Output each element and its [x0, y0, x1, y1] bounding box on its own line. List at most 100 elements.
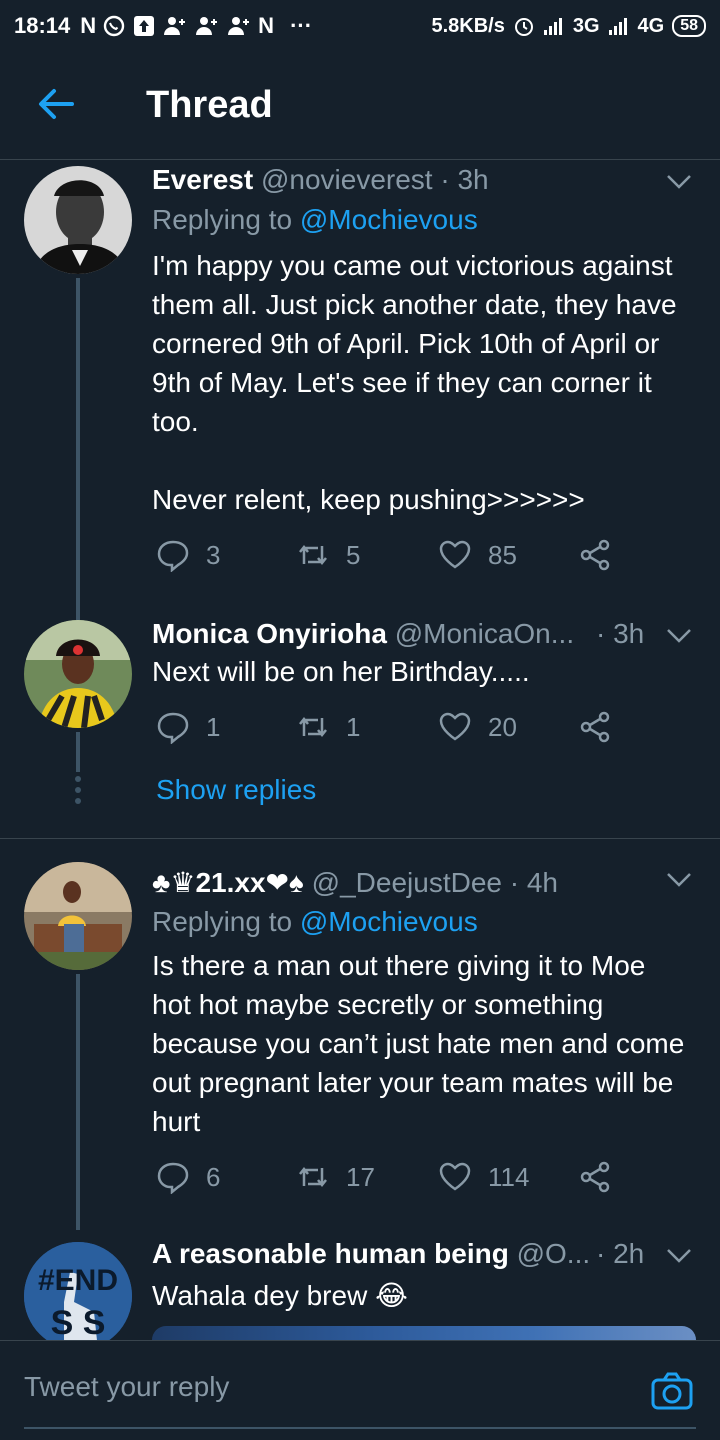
display-name[interactable]: ♣♛21.xx❤♠ — [152, 867, 304, 898]
retweet-icon — [299, 716, 327, 738]
share-button[interactable] — [578, 538, 612, 572]
share-icon — [580, 1161, 610, 1193]
replying-label: Replying to — [152, 204, 293, 235]
signal-icon — [608, 18, 627, 35]
tweet-actions: 1 1 20 — [152, 710, 622, 750]
reply-count: 3 — [206, 539, 221, 570]
thread-line — [76, 278, 80, 634]
chevron-down-icon[interactable] — [666, 872, 692, 888]
display-name[interactable]: Monica Onyirioha — [152, 618, 387, 649]
chevron-down-icon[interactable] — [666, 174, 692, 190]
back-button[interactable] — [34, 82, 78, 126]
reply-button[interactable]: 6 — [156, 1160, 220, 1194]
tweet-header: Everest @novieverest · 3h — [152, 164, 650, 196]
signal-icon — [543, 18, 562, 35]
like-button[interactable]: 114 — [438, 1160, 529, 1194]
reply-icon — [157, 1162, 189, 1194]
thread-line — [76, 732, 80, 772]
like-button[interactable]: 20 — [438, 710, 517, 744]
share-icon — [580, 539, 610, 571]
tweet[interactable]: ♣♛21.xx❤♠ @_DeejustDee · 4h Replying to … — [0, 840, 720, 1230]
show-replies-link[interactable]: Show replies — [156, 774, 316, 806]
reply-icon — [157, 712, 189, 744]
like-count: 85 — [488, 539, 517, 570]
avatar[interactable]: #END S S — [24, 1242, 132, 1340]
handle: @MonicaOn... — [394, 618, 575, 649]
system-indicators: 5.8KB/s 3G 4G 58 — [431, 15, 706, 38]
tweet[interactable]: #END S S A reasonable human being @O... … — [0, 1232, 720, 1340]
alarm-icon — [514, 18, 533, 36]
share-button[interactable] — [578, 1160, 612, 1194]
heart-icon — [439, 712, 471, 741]
retweet-button[interactable]: 17 — [296, 1160, 375, 1194]
reply-count: 6 — [206, 1161, 221, 1192]
camera-icon — [651, 1372, 693, 1410]
mention-link[interactable]: @Mochievous — [300, 204, 478, 235]
reply-button[interactable]: 1 — [156, 710, 220, 744]
replying-label: Replying to — [152, 906, 293, 937]
handle: @O... — [516, 1238, 591, 1269]
tweet-text: Wahala dey brew 😂 — [152, 1280, 408, 1311]
chevron-down-icon[interactable] — [666, 1248, 692, 1264]
replying-to: Replying to @Mochievous — [152, 906, 478, 938]
network-4g: 4G — [637, 14, 665, 37]
notification-icons: N N ··· — [80, 13, 312, 39]
thread-dots — [74, 776, 82, 809]
arrow-left-icon — [39, 89, 74, 119]
mention-link[interactable]: @Mochievous — [300, 906, 478, 937]
avatar[interactable] — [24, 862, 132, 970]
retweet-icon — [299, 544, 327, 566]
tweet[interactable]: Monica Onyirioha @MonicaOn... · 3h Next … — [0, 606, 720, 838]
like-button[interactable]: 85 — [438, 538, 517, 572]
whatsapp-icon — [103, 15, 125, 37]
display-name[interactable]: A reasonable human being — [152, 1238, 509, 1269]
avatar[interactable] — [24, 620, 132, 728]
tweet-header: ♣♛21.xx❤♠ @_DeejustDee · 4h — [152, 866, 650, 899]
tweet-header: A reasonable human being @O... — [152, 1238, 620, 1270]
person-add-icon — [164, 17, 186, 35]
share-button[interactable] — [578, 710, 612, 744]
retweet-count: 17 — [346, 1161, 375, 1192]
page-title: Thread — [146, 84, 273, 126]
like-count: 114 — [488, 1161, 530, 1192]
n-app-icon: N — [258, 13, 275, 38]
retweet-button[interactable]: 5 — [296, 538, 360, 572]
svg-text:S S: S S — [51, 1304, 106, 1340]
tweet[interactable]: Everest @novieverest · 3h Replying to @M… — [0, 160, 720, 634]
reply-button[interactable]: 3 — [156, 538, 220, 572]
status-time: 18:14 — [14, 13, 71, 38]
reply-composer — [0, 1340, 720, 1440]
chevron-down-icon[interactable] — [666, 628, 692, 644]
more-notifications-icon: ··· — [290, 13, 313, 38]
handle-time: @_DeejustDee · 4h — [311, 867, 558, 898]
like-count: 20 — [488, 711, 517, 742]
battery-indicator: 58 — [672, 15, 706, 37]
tweet-text: Next will be on her Birthday..... — [152, 656, 530, 687]
status-bar: 18:14 N N ··· 5.8KB/s 3G 4G 58 — [0, 0, 720, 52]
thread-header: Thread — [0, 52, 720, 160]
tweet-header: Monica Onyirioha @MonicaOn... — [152, 618, 620, 650]
reply-icon — [157, 540, 189, 572]
tweet-time: · 2h — [596, 1238, 645, 1269]
avatar-lettering: #END — [38, 1264, 118, 1297]
retweet-icon — [299, 1166, 327, 1188]
retweet-button[interactable]: 1 — [296, 710, 360, 744]
display-name[interactable]: Everest — [152, 164, 253, 195]
network-speed: 5.8KB/s — [431, 14, 505, 37]
share-icon — [580, 711, 610, 743]
n-app-icon: N — [80, 13, 97, 38]
person-add-icon — [196, 17, 218, 35]
tweet-actions: 3 5 85 — [152, 538, 622, 578]
retweet-count: 1 — [346, 711, 361, 742]
handle-time: @novieverest · 3h — [260, 164, 489, 195]
tweet-text: Is there a man out there giving it to Mo… — [152, 950, 685, 1137]
avatar[interactable] — [24, 166, 132, 274]
camera-button[interactable] — [650, 1371, 694, 1411]
reply-count: 1 — [206, 711, 221, 742]
tweet-actions: 6 17 114 — [152, 1160, 622, 1200]
tweet-time: · 3h — [596, 618, 645, 649]
reply-input[interactable] — [24, 1371, 624, 1403]
tweet-media[interactable] — [152, 1326, 696, 1340]
tweet-text: I'm happy you came out victorious agains… — [152, 250, 677, 515]
heart-icon — [439, 540, 471, 569]
